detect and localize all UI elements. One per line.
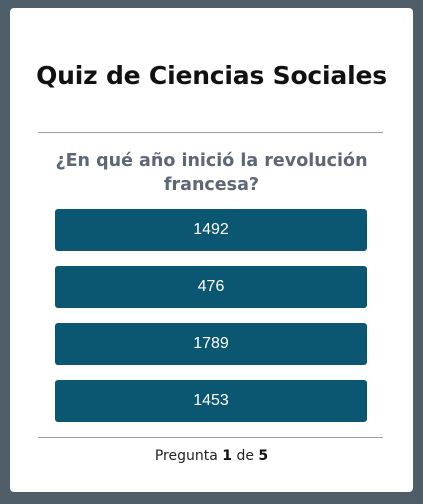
answer-button-3[interactable]: 1789 (55, 323, 367, 365)
progress-total: 5 (258, 448, 269, 464)
progress-current: 1 (222, 448, 232, 464)
question-progress: Pregunta 1 de 5 (10, 446, 413, 466)
quiz-title: Quiz de Ciencias Sociales (36, 61, 387, 90)
question-text: ¿En qué año inició la revolución frances… (55, 151, 368, 195)
answer-button-1[interactable]: 1492 (55, 209, 367, 251)
quiz-card: Quiz de Ciencias Sociales ¿En qué año in… (10, 8, 413, 492)
progress-prefix: Pregunta (154, 448, 218, 464)
title-divider (38, 132, 383, 133)
answer-button-4[interactable]: 1453 (55, 380, 367, 422)
footer-divider (38, 437, 383, 438)
progress-separator: de (236, 448, 254, 464)
answer-button-2[interactable]: 476 (55, 266, 367, 308)
